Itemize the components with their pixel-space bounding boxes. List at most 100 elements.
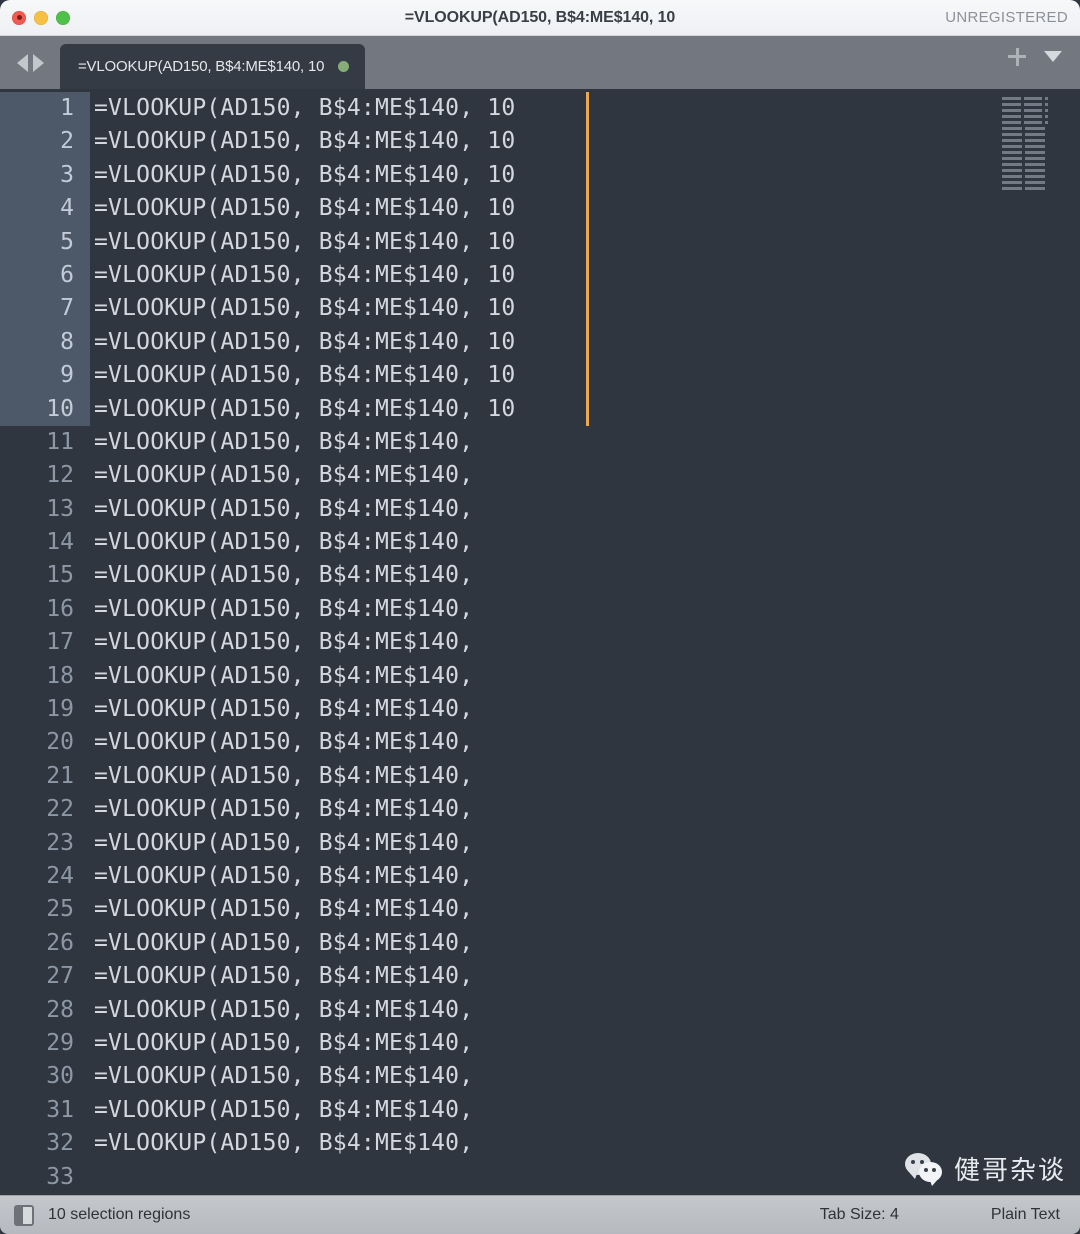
code-line[interactable]: =VLOOKUP(AD150, B$4:ME$140, bbox=[90, 526, 1080, 559]
line-number[interactable]: 21 bbox=[0, 760, 90, 793]
line-number[interactable]: 31 bbox=[0, 1094, 90, 1127]
code-line[interactable]: =VLOOKUP(AD150, B$4:ME$140, bbox=[90, 1094, 1080, 1127]
code-line[interactable]: =VLOOKUP(AD150, B$4:ME$140, bbox=[90, 660, 1080, 693]
line-number[interactable]: 16 bbox=[0, 593, 90, 626]
status-bar: 10 selection regions Tab Size: 4 Plain T… bbox=[0, 1195, 1080, 1234]
minimap-line bbox=[1002, 181, 1048, 184]
tab-size-status[interactable]: Tab Size: 4 bbox=[820, 1206, 899, 1224]
minimap-line bbox=[1002, 145, 1048, 148]
line-number[interactable]: 11 bbox=[0, 426, 90, 459]
code-line[interactable]: =VLOOKUP(AD150, B$4:ME$140, 10 bbox=[90, 393, 1080, 426]
minimap-line bbox=[1002, 115, 1049, 118]
code-line[interactable]: =VLOOKUP(AD150, B$4:ME$140, bbox=[90, 593, 1080, 626]
minimap-line bbox=[1002, 187, 1048, 190]
unregistered-badge: UNREGISTERED bbox=[945, 9, 1068, 26]
line-number[interactable]: 10 bbox=[0, 393, 90, 426]
back-arrow-icon[interactable] bbox=[16, 53, 28, 72]
line-number[interactable]: 20 bbox=[0, 726, 90, 759]
code-line[interactable]: =VLOOKUP(AD150, B$4:ME$140, bbox=[90, 960, 1080, 993]
line-number[interactable]: 3 bbox=[0, 159, 90, 192]
code-line[interactable]: =VLOOKUP(AD150, B$4:ME$140, 10 bbox=[90, 226, 1080, 259]
sublime-text-window: =VLOOKUP(AD150, B$4:ME$140, 10 UNREGISTE… bbox=[0, 0, 1080, 1234]
line-number[interactable]: 32 bbox=[0, 1127, 90, 1160]
line-number[interactable]: 26 bbox=[0, 927, 90, 960]
line-number[interactable]: 14 bbox=[0, 526, 90, 559]
code-content[interactable]: =VLOOKUP(AD150, B$4:ME$140, 10 =VLOOKUP(A… bbox=[90, 89, 1080, 1195]
minimap-line bbox=[1002, 139, 1048, 142]
close-button[interactable] bbox=[12, 10, 26, 25]
code-line[interactable]: =VLOOKUP(AD150, B$4:ME$140, 10 bbox=[90, 292, 1080, 325]
tab-vlookup[interactable]: =VLOOKUP(AD150, B$4:ME$140, 10 bbox=[60, 44, 366, 89]
line-number[interactable]: 33 bbox=[0, 1161, 90, 1194]
code-line[interactable]: =VLOOKUP(AD150, B$4:ME$140, 10 bbox=[90, 259, 1080, 292]
line-number-gutter: 1 2 3 4 5 6 7 8 9 10 11 12 13 14 15 16 17 18 19 20 21 22 23 24 2… bbox=[0, 89, 90, 1195]
line-number[interactable]: 29 bbox=[0, 1027, 90, 1060]
line-number[interactable]: 27 bbox=[0, 960, 90, 993]
code-line[interactable]: =VLOOKUP(AD150, B$4:ME$140, bbox=[90, 994, 1080, 1027]
minimap-line bbox=[1002, 169, 1048, 172]
code-line[interactable]: =VLOOKUP(AD150, B$4:ME$140, bbox=[90, 793, 1080, 826]
minimap-line bbox=[1002, 133, 1048, 136]
minimap-line bbox=[1002, 157, 1048, 160]
minimap-line bbox=[1002, 127, 1048, 130]
window-title: =VLOOKUP(AD150, B$4:ME$140, 10 bbox=[404, 8, 676, 26]
line-number[interactable]: 30 bbox=[0, 1060, 90, 1093]
line-number[interactable]: 9 bbox=[0, 359, 90, 392]
code-line[interactable]: =VLOOKUP(AD150, B$4:ME$140, 10 bbox=[90, 159, 1080, 192]
line-number[interactable]: 18 bbox=[0, 660, 90, 693]
sidebar-toggle-icon[interactable] bbox=[14, 1204, 34, 1226]
line-number[interactable]: 19 bbox=[0, 693, 90, 726]
line-number[interactable]: 28 bbox=[0, 994, 90, 1027]
status-bar-right: Tab Size: 4 Plain Text bbox=[820, 1206, 1060, 1224]
code-line[interactable]: =VLOOKUP(AD150, B$4:ME$140, bbox=[90, 1060, 1080, 1093]
code-line[interactable]: =VLOOKUP(AD150, B$4:ME$140, bbox=[90, 693, 1080, 726]
unsaved-dot-icon bbox=[338, 61, 350, 72]
selection-status: 10 selection regions bbox=[48, 1206, 191, 1223]
line-number[interactable]: 8 bbox=[0, 326, 90, 359]
line-number[interactable]: 23 bbox=[0, 827, 90, 860]
maximize-button[interactable] bbox=[56, 10, 70, 25]
line-number[interactable]: 12 bbox=[0, 459, 90, 492]
tab-bar: =VLOOKUP(AD150, B$4:ME$140, 10 bbox=[0, 36, 1080, 89]
forward-arrow-icon[interactable] bbox=[32, 53, 44, 72]
code-line[interactable]: =VLOOKUP(AD150, B$4:ME$140, 10 bbox=[90, 92, 1080, 125]
line-number[interactable]: 1 bbox=[0, 92, 90, 125]
line-number[interactable]: 17 bbox=[0, 626, 90, 659]
line-number[interactable]: 13 bbox=[0, 493, 90, 526]
code-line[interactable]: =VLOOKUP(AD150, B$4:ME$140, bbox=[90, 1027, 1080, 1060]
minimize-button[interactable] bbox=[34, 10, 48, 25]
code-line[interactable]: =VLOOKUP(AD150, B$4:ME$140, bbox=[90, 760, 1080, 793]
code-line[interactable]: =VLOOKUP(AD150, B$4:ME$140, 10 bbox=[90, 125, 1080, 158]
minimap-line bbox=[1002, 97, 1049, 100]
new-tab-plus-icon[interactable] bbox=[1008, 47, 1026, 66]
chevron-down-icon[interactable] bbox=[1044, 51, 1062, 62]
code-line[interactable]: =VLOOKUP(AD150, B$4:ME$140, bbox=[90, 493, 1080, 526]
code-line[interactable]: =VLOOKUP(AD150, B$4:ME$140, bbox=[90, 559, 1080, 592]
text-caret bbox=[586, 92, 589, 426]
line-number[interactable]: 4 bbox=[0, 192, 90, 225]
code-line[interactable]: =VLOOKUP(AD150, B$4:ME$140, bbox=[90, 426, 1080, 459]
code-line[interactable]: =VLOOKUP(AD150, B$4:ME$140, 10 bbox=[90, 192, 1080, 225]
minimap[interactable] bbox=[1002, 97, 1049, 193]
line-number[interactable]: 5 bbox=[0, 226, 90, 259]
code-line[interactable]: =VLOOKUP(AD150, B$4:ME$140, 10 bbox=[90, 359, 1080, 392]
syntax-status[interactable]: Plain Text bbox=[991, 1206, 1060, 1224]
code-line[interactable]: =VLOOKUP(AD150, B$4:ME$140, bbox=[90, 893, 1080, 926]
line-number[interactable]: 25 bbox=[0, 893, 90, 926]
code-line[interactable]: =VLOOKUP(AD150, B$4:ME$140, bbox=[90, 459, 1080, 492]
code-line[interactable]: =VLOOKUP(AD150, B$4:ME$140, bbox=[90, 726, 1080, 759]
line-number[interactable]: 15 bbox=[0, 559, 90, 592]
tab-nav-arrows bbox=[0, 36, 60, 89]
line-number[interactable]: 7 bbox=[0, 292, 90, 325]
tab-label: =VLOOKUP(AD150, B$4:ME$140, 10 bbox=[78, 58, 325, 75]
editor-area[interactable]: 1 2 3 4 5 6 7 8 9 10 11 12 13 14 15 16 17 18 19 20 21 22 23 24 2… bbox=[0, 89, 1080, 1195]
code-line[interactable]: =VLOOKUP(AD150, B$4:ME$140, bbox=[90, 626, 1080, 659]
code-line[interactable]: =VLOOKUP(AD150, B$4:ME$140, bbox=[90, 827, 1080, 860]
line-number[interactable]: 2 bbox=[0, 125, 90, 158]
code-line[interactable]: =VLOOKUP(AD150, B$4:ME$140, 10 bbox=[90, 326, 1080, 359]
line-number[interactable]: 22 bbox=[0, 793, 90, 826]
line-number[interactable]: 6 bbox=[0, 259, 90, 292]
code-line[interactable]: =VLOOKUP(AD150, B$4:ME$140, bbox=[90, 860, 1080, 893]
line-number[interactable]: 24 bbox=[0, 860, 90, 893]
code-line[interactable]: =VLOOKUP(AD150, B$4:ME$140, bbox=[90, 927, 1080, 960]
